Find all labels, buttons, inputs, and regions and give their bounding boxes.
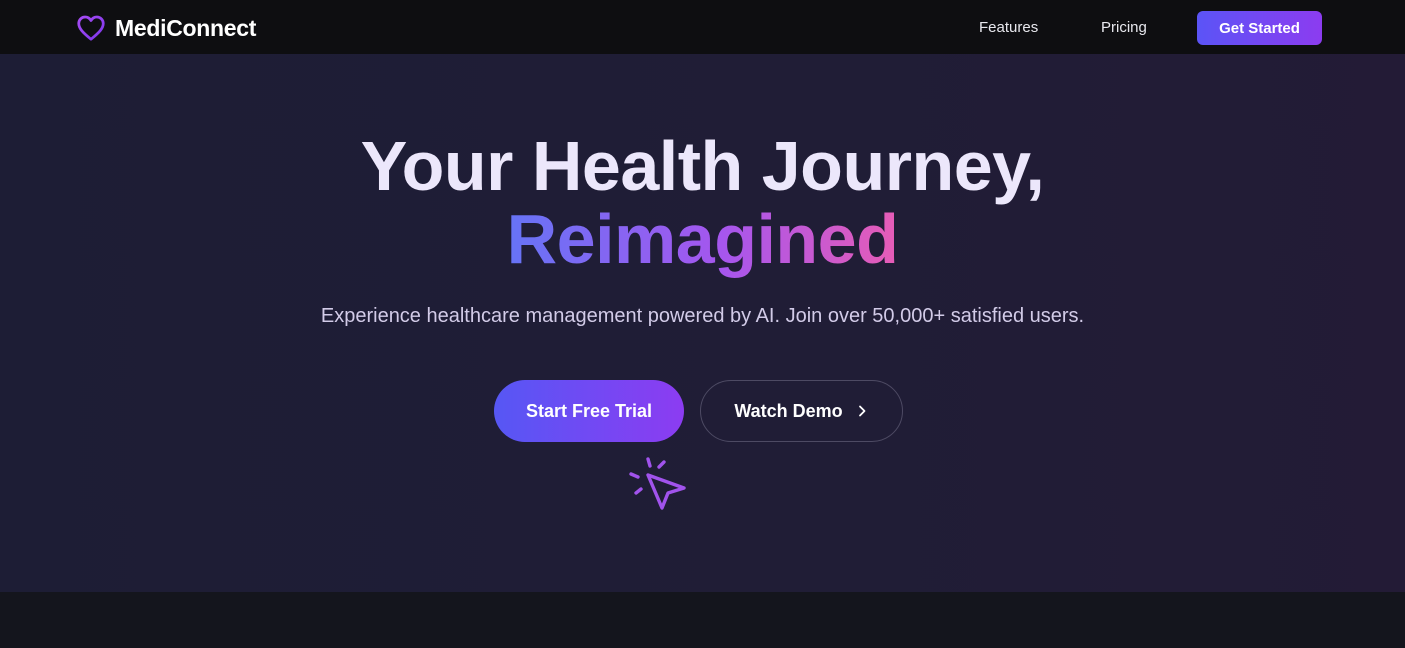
hero-title: Your Health Journey,: [360, 127, 1045, 205]
hero-title-accent-text: Reimagined: [506, 200, 899, 278]
click-pointer-icon: [629, 457, 686, 510]
top-navbar: MediConnect Features Pricing Get Started: [0, 0, 1405, 54]
watch-demo-label: Watch Demo: [734, 400, 843, 421]
next-section: [0, 592, 1405, 648]
heart-icon: [77, 15, 105, 41]
start-free-trial-label: Start Free Trial: [525, 400, 653, 421]
nav-link-pricing[interactable]: Pricing: [1101, 19, 1147, 36]
nav-link-features[interactable]: Features: [979, 19, 1038, 36]
start-free-trial-button[interactable]: Start Free Trial: [494, 380, 684, 442]
chevron-right-icon: [858, 405, 866, 417]
hero-title-accent: Reimagined: [0, 199, 1405, 279]
brand-logo[interactable]: MediConnect: [76, 12, 256, 44]
brand-name: MediConnect: [115, 14, 257, 41]
watch-demo-button[interactable]: Watch Demo: [700, 380, 903, 442]
get-started-button[interactable]: Get Started: [1197, 11, 1322, 45]
hero-subtitle: Experience healthcare management powered…: [320, 305, 1085, 327]
